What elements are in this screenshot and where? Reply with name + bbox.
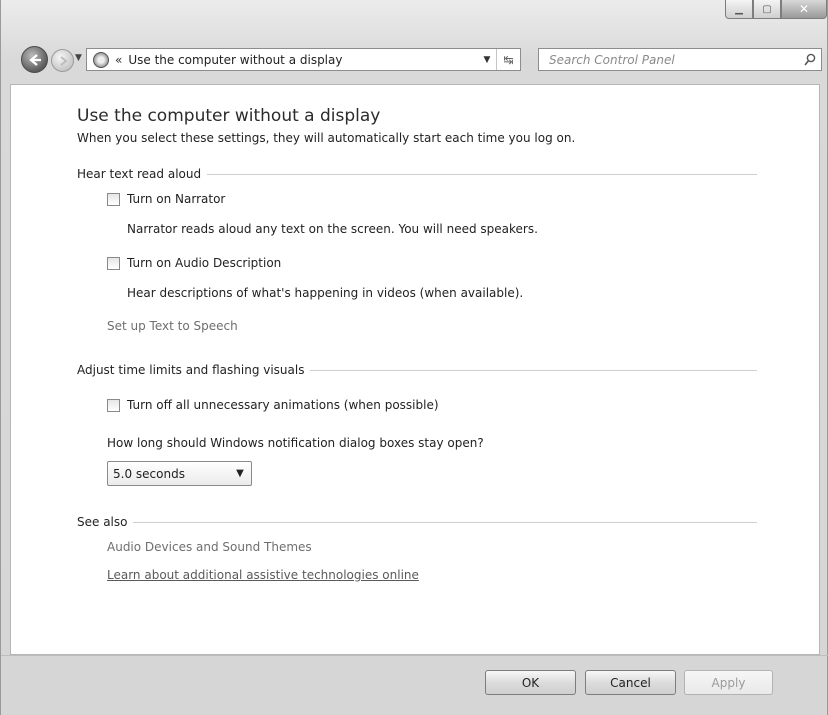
audio-description-option[interactable]: Turn on Audio Description [107,256,281,270]
search-icon[interactable] [799,53,821,66]
refresh-icon: ↹ [503,52,514,67]
narrator-description: Narrator reads aloud any text on the scr… [127,222,538,236]
control-panel-icon [93,51,109,68]
narrator-label[interactable]: Turn on Narrator [127,192,225,206]
audio-description-label[interactable]: Turn on Audio Description [127,256,281,270]
minimize-button[interactable]: ▁ [725,0,753,19]
forward-button[interactable] [51,49,74,72]
forward-arrow-icon [59,55,68,66]
cancel-button[interactable]: Cancel [585,670,676,695]
navigation-bar: ▼ « Use the computer without a display ▼… [1,40,828,78]
minimize-icon: ▁ [735,3,743,15]
text-to-speech-link[interactable]: Set up Text to Speech [107,319,238,333]
section-label: Hear text read aloud [77,167,202,181]
recent-pages-dropdown[interactable]: ▼ [75,53,82,63]
address-chevron[interactable]: « [115,53,122,67]
close-icon: ✕ [798,2,810,16]
assistive-technologies-link[interactable]: Learn about additional assistive technol… [107,568,419,582]
narrator-checkbox[interactable] [107,192,120,206]
section-label: See also [77,515,128,529]
chevron-down-icon[interactable]: ▼ [229,468,251,479]
address-bar[interactable]: « Use the computer without a display ▼ ↹ [86,48,521,71]
content-pane: Use the computer without a display When … [10,84,820,655]
apply-button[interactable]: Apply [684,670,773,695]
section-see-also: See also [77,514,757,530]
animations-checkbox[interactable] [107,398,120,412]
section-divider [310,369,757,371]
page-title: Use the computer without a display [77,106,381,126]
notification-duration-select[interactable]: 5.0 seconds ▼ [107,461,252,486]
maximize-button[interactable]: ▢ [753,0,781,19]
maximize-icon: ▢ [762,3,772,15]
search-input[interactable]: Search Control Panel [539,53,799,67]
back-button[interactable] [21,46,48,73]
address-dropdown-icon[interactable]: ▼ [478,55,496,65]
search-box[interactable]: Search Control Panel [538,48,822,71]
control-panel-window: ▁ ▢ ✕ ▼ « Use the computer without a dis… [0,0,828,715]
animations-option[interactable]: Turn off all unnecessary animations (whe… [107,398,439,412]
back-arrow-icon [28,53,41,66]
audio-devices-link[interactable]: Audio Devices and Sound Themes [107,540,312,554]
notification-duration-question: How long should Windows notification dia… [107,436,484,450]
window-controls: ▁ ▢ ✕ [725,0,827,20]
page-subtitle: When you select these settings, they wil… [77,131,576,145]
section-label: Adjust time limits and flashing visuals [77,363,305,377]
ok-button[interactable]: OK [485,670,576,695]
close-button[interactable]: ✕ [781,0,827,19]
address-text[interactable]: Use the computer without a display [128,53,478,67]
refresh-button[interactable]: ↹ [496,49,520,70]
footer-divider [1,655,828,656]
audio-description-description: Hear descriptions of what's happening in… [127,286,524,300]
section-divider [133,521,757,523]
section-time-limits: Adjust time limits and flashing visuals [77,362,757,378]
section-divider [207,173,757,175]
narrator-option[interactable]: Turn on Narrator [107,192,225,206]
audio-description-checkbox[interactable] [107,256,120,270]
section-hear-text: Hear text read aloud [77,166,757,182]
animations-label[interactable]: Turn off all unnecessary animations (whe… [127,398,439,412]
notification-duration-value[interactable]: 5.0 seconds [108,467,229,481]
